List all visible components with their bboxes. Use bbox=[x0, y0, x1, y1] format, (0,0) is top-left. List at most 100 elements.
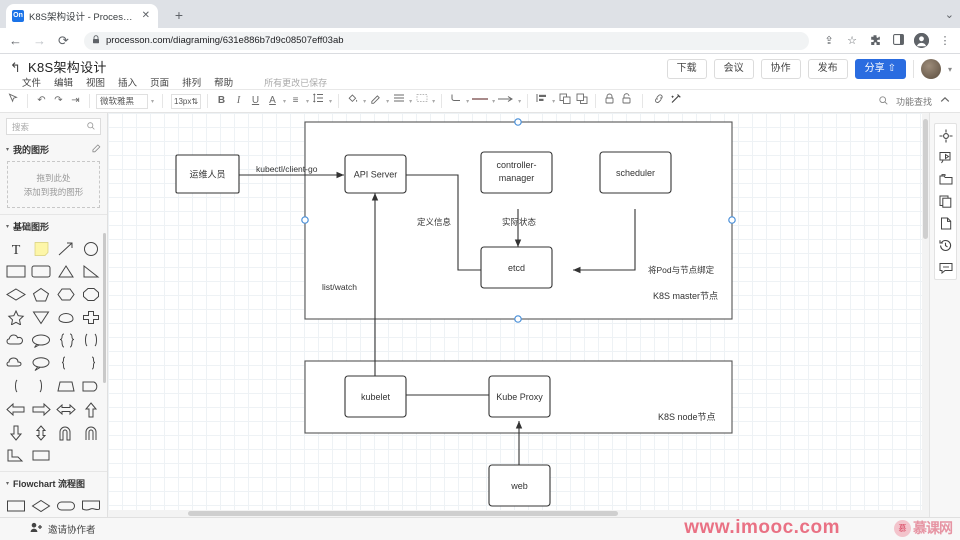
lock-icon[interactable] bbox=[602, 93, 617, 109]
copy-icon[interactable] bbox=[937, 193, 954, 210]
shape-rect-2[interactable] bbox=[30, 445, 53, 466]
back-icon[interactable]: ← bbox=[8, 33, 23, 48]
reload-icon[interactable]: ⟳ bbox=[56, 33, 71, 48]
flow-document[interactable] bbox=[79, 495, 102, 516]
text-color-button[interactable]: A bbox=[265, 93, 280, 109]
flow-terminator[interactable] bbox=[55, 495, 78, 516]
shapes-dropzone[interactable]: 拖到此处 添加到我的图形 bbox=[7, 161, 100, 208]
tab-close-icon[interactable]: ✕ bbox=[140, 11, 152, 21]
shape-arrow-down[interactable] bbox=[5, 422, 28, 443]
node-kubelet[interactable]: kubelet bbox=[344, 375, 407, 418]
shape-hexagon[interactable] bbox=[55, 284, 78, 305]
comment-icon[interactable] bbox=[937, 259, 954, 276]
fill-color-icon[interactable] bbox=[345, 93, 360, 109]
shape-u-turn-arrow-2[interactable] bbox=[79, 422, 102, 443]
shape-arrow-double[interactable] bbox=[55, 399, 78, 420]
pointer-icon[interactable] bbox=[6, 93, 21, 109]
shape-trapezoid[interactable] bbox=[55, 376, 78, 397]
shape-star[interactable] bbox=[5, 307, 28, 328]
scrollbar-thumb[interactable] bbox=[188, 511, 618, 516]
stepper-icon[interactable]: ⇅ bbox=[191, 95, 198, 108]
diagram-canvas[interactable]: K8S master节点 K8S node节点 kubectl/client-g… bbox=[108, 113, 930, 517]
text-align-icon[interactable]: ≡ bbox=[288, 93, 303, 109]
scrollbar-thumb[interactable] bbox=[923, 119, 928, 239]
chevron-down-icon[interactable]: ▾ bbox=[948, 65, 952, 74]
chevron-down-icon[interactable]: ▾ bbox=[432, 98, 435, 105]
publish-button[interactable]: 发布 bbox=[807, 59, 848, 79]
search-input[interactable]: 搜索 bbox=[6, 118, 101, 135]
share-button[interactable]: 分享 ⇧ bbox=[854, 59, 906, 79]
font-family-select[interactable]: 微软雅黑 bbox=[96, 93, 148, 109]
share-icon[interactable]: ⇪ bbox=[822, 34, 836, 48]
chevron-down-icon[interactable]: ▾ bbox=[306, 98, 309, 105]
browser-menu-icon[interactable]: ⋮ bbox=[938, 34, 952, 48]
chevron-down-icon[interactable]: ▾ bbox=[492, 98, 495, 105]
redo-icon[interactable]: ↷ bbox=[51, 93, 66, 109]
line-style-icon[interactable] bbox=[391, 93, 406, 109]
chevron-down-icon[interactable]: ▾ bbox=[552, 98, 555, 105]
unlock-icon[interactable] bbox=[619, 93, 634, 109]
invite-collaborator-button[interactable]: 邀请协作者 bbox=[30, 522, 96, 536]
node-apiserver[interactable]: API Server bbox=[344, 154, 407, 194]
chevron-down-icon[interactable]: ▾ bbox=[518, 98, 521, 105]
bookmark-star-icon[interactable]: ☆ bbox=[845, 34, 859, 48]
shape-inverted-triangle[interactable] bbox=[30, 307, 53, 328]
canvas-horizontal-scrollbar[interactable] bbox=[108, 510, 930, 517]
bring-front-icon[interactable] bbox=[557, 93, 572, 109]
shape-cross[interactable] bbox=[79, 307, 102, 328]
page-icon[interactable] bbox=[937, 215, 954, 232]
shape-octagon[interactable] bbox=[79, 284, 102, 305]
shape-speech-bubble[interactable] bbox=[30, 330, 53, 351]
align-distribute-icon[interactable] bbox=[534, 93, 549, 109]
undo-icon[interactable]: ↶ bbox=[34, 93, 49, 109]
chevron-down-icon[interactable]: ▾ bbox=[329, 98, 332, 105]
chevron-down-icon[interactable]: ▾ bbox=[466, 98, 469, 105]
magic-wand-icon[interactable] bbox=[668, 93, 683, 109]
shape-rounded-rect[interactable] bbox=[30, 261, 53, 282]
chevron-down-icon[interactable]: ▾ bbox=[363, 98, 366, 105]
sidebar-section-my-shapes[interactable]: ▾ 我的图形 bbox=[0, 140, 107, 158]
shape-bracket-right[interactable] bbox=[30, 376, 53, 397]
shape-diamond[interactable] bbox=[5, 284, 28, 305]
target-icon[interactable] bbox=[937, 127, 954, 144]
shape-u-turn-arrow[interactable] bbox=[55, 422, 78, 443]
shape-corner[interactable] bbox=[5, 445, 28, 466]
chevron-down-icon[interactable]: ▾ bbox=[386, 98, 389, 105]
shape-arrow-line[interactable] bbox=[55, 238, 78, 259]
shape-speech-round[interactable] bbox=[30, 353, 53, 374]
edit-shapes-icon[interactable] bbox=[92, 143, 101, 155]
node-scheduler[interactable]: scheduler bbox=[599, 151, 672, 194]
flow-process[interactable] bbox=[5, 495, 28, 516]
menu-file[interactable]: 文件 bbox=[22, 75, 41, 89]
presentation-icon[interactable] bbox=[937, 149, 954, 166]
new-tab-icon[interactable]: + bbox=[170, 7, 188, 25]
shape-cloud[interactable] bbox=[5, 330, 28, 351]
shape-arrow-up[interactable] bbox=[79, 399, 102, 420]
chrome-profile-avatar[interactable] bbox=[914, 33, 929, 48]
collaborate-button[interactable]: 协作 bbox=[760, 59, 801, 79]
browser-tab[interactable]: On K8S架构设计 - ProcessOn ✕ bbox=[6, 4, 158, 28]
menu-insert[interactable]: 插入 bbox=[118, 75, 137, 89]
sidebar-scrollbar[interactable] bbox=[103, 233, 106, 383]
page-title[interactable]: K8S架构设计 bbox=[28, 57, 107, 76]
menu-help[interactable]: 帮助 bbox=[214, 75, 233, 89]
menu-arrange[interactable]: 排列 bbox=[182, 75, 201, 89]
app-back-icon[interactable]: ↰ bbox=[10, 60, 21, 76]
canvas-vertical-scrollbar[interactable] bbox=[922, 113, 929, 517]
collapse-chevron-icon[interactable] bbox=[940, 96, 950, 106]
sidebar-section-flowchart[interactable]: ▾ Flowchart 流程图 bbox=[0, 474, 107, 492]
avatar[interactable] bbox=[920, 59, 941, 79]
shape-bracket[interactable] bbox=[79, 330, 102, 351]
shape-rect[interactable] bbox=[5, 261, 28, 282]
folder-icon[interactable] bbox=[937, 171, 954, 188]
line-spacing-icon[interactable] bbox=[311, 93, 326, 109]
feature-search[interactable]: 功能查找 bbox=[879, 95, 954, 108]
shape-right-triangle[interactable] bbox=[79, 261, 102, 282]
italic-button[interactable]: I bbox=[231, 93, 246, 109]
chevron-down-icon[interactable]: ▾ bbox=[151, 98, 154, 105]
history-icon[interactable] bbox=[937, 237, 954, 254]
bold-button[interactable]: B bbox=[214, 93, 229, 109]
shape-cloud-2[interactable] bbox=[5, 353, 28, 374]
border-style-icon[interactable] bbox=[414, 93, 429, 109]
menu-view[interactable]: 视图 bbox=[86, 75, 105, 89]
